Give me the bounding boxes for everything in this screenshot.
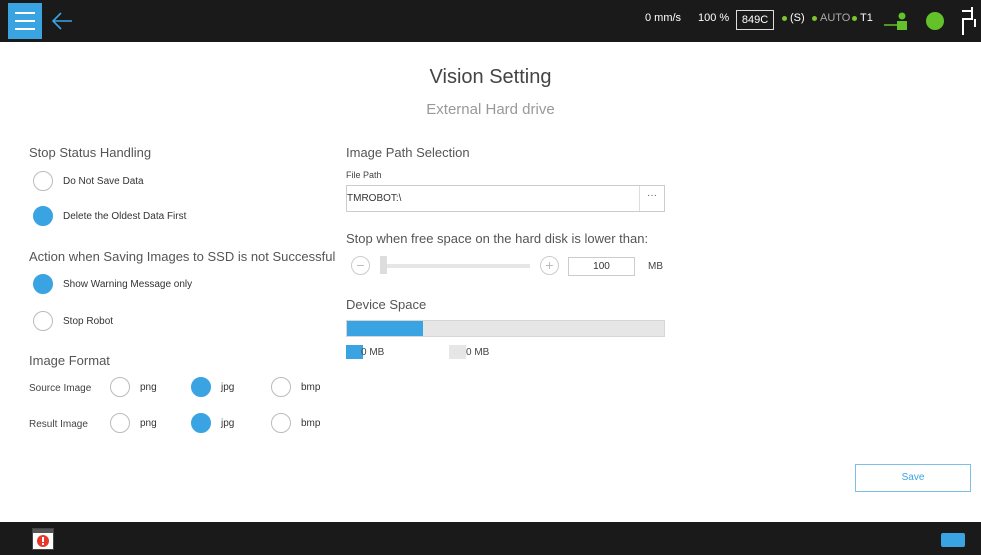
radio-button-selected[interactable] — [33, 206, 53, 226]
radio-stop-robot[interactable]: Stop Robot — [33, 310, 113, 332]
radio-button[interactable] — [110, 377, 130, 397]
radio-button-selected[interactable] — [33, 274, 53, 294]
image-format-heading: Image Format — [29, 353, 110, 368]
auto-label: AUTO — [820, 12, 851, 24]
hamburger-icon — [15, 12, 35, 14]
free-space-slider-thumb[interactable] — [380, 256, 387, 274]
t1-mode-indicator: T1 — [852, 12, 873, 24]
result-png-option[interactable]: png — [110, 413, 157, 433]
alert-window-icon[interactable] — [32, 528, 54, 550]
radio-label: Delete the Oldest Data First — [63, 210, 187, 222]
increase-button[interactable]: + — [540, 256, 559, 275]
radio-label: jpg — [221, 381, 235, 393]
radio-button[interactable] — [33, 171, 53, 191]
status-dot-icon — [782, 15, 787, 21]
auto-mode-indicator: AUTO — [812, 12, 850, 24]
source-image-label: Source Image — [29, 383, 92, 394]
result-jpg-option[interactable]: jpg — [191, 413, 234, 433]
speed-readout: 0 mm/s — [645, 12, 682, 24]
radio-delete-oldest[interactable]: Delete the Oldest Data First — [33, 205, 186, 227]
radio-button-selected[interactable] — [191, 377, 211, 397]
t1-label: T1 — [860, 12, 873, 24]
radio-label: Show Warning Message only — [63, 278, 193, 290]
decrease-button[interactable]: − — [351, 256, 370, 275]
warning-icon — [33, 529, 53, 547]
radio-button[interactable] — [33, 311, 53, 331]
device-space-used-fill — [347, 321, 424, 336]
robot-code-badge: 849C — [736, 10, 774, 30]
radio-label: Stop Robot — [63, 315, 114, 327]
radio-button[interactable] — [271, 413, 291, 433]
radio-button[interactable] — [110, 413, 130, 433]
ssd-action-heading: Action when Saving Images to SSD is not … — [29, 249, 336, 264]
back-arrow-icon — [51, 12, 72, 30]
back-button[interactable] — [50, 8, 76, 34]
source-jpg-option[interactable]: jpg — [191, 377, 234, 397]
result-bmp-option[interactable]: bmp — [271, 413, 320, 433]
hamburger-icon-line — [15, 20, 35, 22]
radio-button[interactable] — [271, 377, 291, 397]
speed-percent: 100 % — [698, 12, 730, 24]
source-png-option[interactable]: png — [110, 377, 157, 397]
safety-mode-indicator: (S) — [782, 12, 805, 24]
menu-button[interactable] — [8, 3, 42, 39]
radio-label: Do Not Save Data — [63, 175, 144, 187]
radio-label: bmp — [301, 381, 321, 393]
file-path-value: TMROBOT:\ — [347, 193, 402, 204]
auto-dot-icon — [812, 15, 817, 21]
free-space-slider-track[interactable] — [380, 264, 530, 268]
radio-label: png — [140, 417, 157, 429]
radio-label: bmp — [301, 417, 321, 429]
radio-label: png — [140, 381, 157, 393]
save-button[interactable]: Save — [855, 464, 971, 492]
free-space-input[interactable]: 100 — [568, 257, 635, 276]
browse-button[interactable]: ··· — [639, 186, 664, 211]
free-space-unit: MB — [648, 261, 663, 272]
device-space-heading: Device Space — [346, 297, 427, 312]
hamburger-icon-line-2 — [15, 28, 35, 30]
page-subtitle: External Hard drive — [426, 101, 555, 118]
keyboard-icon[interactable] — [941, 533, 965, 547]
image-path-heading: Image Path Selection — [346, 145, 470, 160]
device-space-bar — [346, 320, 665, 337]
page-title: Vision Setting — [429, 66, 552, 88]
file-path-field[interactable]: TMROBOT:\ ··· — [346, 185, 665, 212]
t1-dot-icon — [852, 15, 857, 21]
stop-status-heading: Stop Status Handling — [29, 145, 152, 160]
top-bar: 0 mm/s 100 % 849C (S) AUTO T1 — [0, 0, 981, 42]
free-space-label: Stop when free space on the hard disk is… — [346, 231, 649, 246]
bottom-bar — [0, 522, 981, 555]
status-light-icon — [926, 12, 944, 30]
result-image-label: Result Image — [29, 419, 88, 430]
radio-label: jpg — [221, 417, 235, 429]
safety-mode-symbol: (S) — [790, 12, 805, 24]
source-bmp-option[interactable]: bmp — [271, 377, 320, 397]
free-legend-swatch — [449, 345, 466, 359]
robot-connection-icon[interactable] — [884, 10, 910, 32]
file-path-label: File Path — [346, 170, 382, 180]
radio-show-warning[interactable]: Show Warning Message only — [33, 273, 192, 295]
free-space-value: 0 MB — [466, 347, 490, 358]
radio-do-not-save[interactable]: Do Not Save Data — [33, 170, 144, 192]
robot-arm-icon[interactable] — [958, 5, 978, 37]
radio-button-selected[interactable] — [191, 413, 211, 433]
used-space-value: 0 MB — [361, 347, 385, 358]
